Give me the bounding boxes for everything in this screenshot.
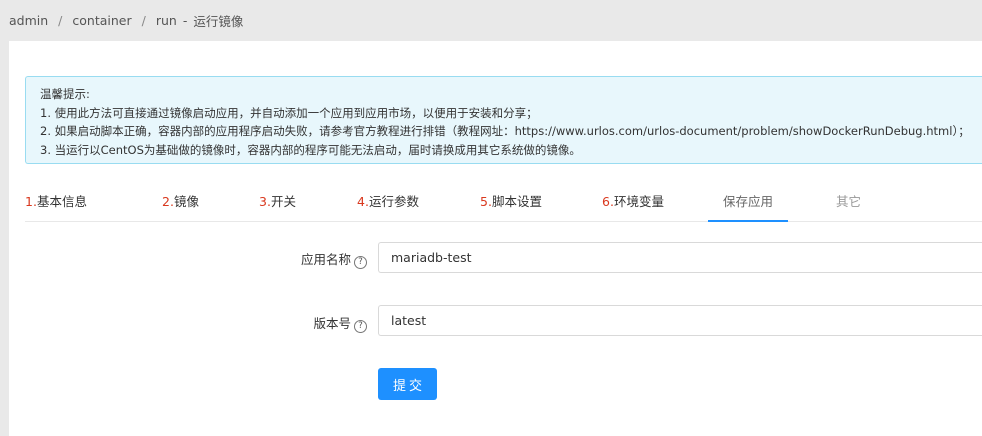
notice-line-2: 2. 如果启动脚本正确，容器内部的应用程序启动失败，请参考官方教程进行排错（教程… xyxy=(40,124,970,138)
breadcrumb-separator: / xyxy=(58,12,63,28)
tab-label: 其它 xyxy=(836,194,862,209)
tab-label: 保存应用 xyxy=(722,194,773,209)
tab-save-app[interactable]: 保存应用 xyxy=(708,182,788,222)
tab-switch[interactable]: 3.开关 xyxy=(259,182,296,222)
tab-number: 6. xyxy=(602,194,614,209)
tab-label: 环境变量 xyxy=(613,194,664,209)
notice-box: 温馨提示: 1. 使用此方法可直接通过镜像启动应用，并自动添加一个应用到应用市场… xyxy=(25,76,982,164)
breadcrumb-item-run: run xyxy=(155,12,177,28)
tab-label: 镜像 xyxy=(173,194,199,209)
app-name-label-text: 应用名称 xyxy=(300,252,351,267)
notice-line-1: 1. 使用此方法可直接通过镜像启动应用，并自动添加一个应用到应用市场，以便用于安… xyxy=(40,105,538,120)
tab-env-vars[interactable]: 6.环境变量 xyxy=(602,182,664,222)
tab-other[interactable]: 其它 xyxy=(836,182,861,222)
breadcrumb-item-admin[interactable]: admin xyxy=(9,13,48,28)
tab-run-params[interactable]: 4.运行参数 xyxy=(357,182,419,222)
page-title: 运行镜像 xyxy=(193,13,244,29)
app-name-input[interactable] xyxy=(378,242,982,273)
tab-label: 开关 xyxy=(270,194,296,209)
version-input[interactable] xyxy=(378,305,982,336)
notice-title: 温馨提示: xyxy=(40,87,90,101)
submit-button[interactable]: 提交 xyxy=(378,368,437,400)
tab-number: 3. xyxy=(259,194,271,209)
tab-number: 2. xyxy=(162,194,174,209)
version-label-text: 版本号 xyxy=(313,316,351,331)
tab-basic-info[interactable]: 1.基本信息 xyxy=(25,182,87,222)
tab-number: 5. xyxy=(480,194,492,209)
step-tabs: 1.基本信息 2.镜像 3.开关 4.运行参数 5.脚本设置 6.环境变量 保存… xyxy=(25,182,982,222)
tab-label: 脚本设置 xyxy=(491,194,542,209)
tab-image[interactable]: 2.镜像 xyxy=(162,182,199,222)
tab-label: 基本信息 xyxy=(36,194,87,209)
tab-script-settings[interactable]: 5.脚本设置 xyxy=(480,182,542,222)
main-card: 温馨提示: 1. 使用此方法可直接通过镜像启动应用，并自动添加一个应用到应用市场… xyxy=(9,41,982,436)
version-label: 版本号? xyxy=(209,313,367,333)
help-icon[interactable]: ? xyxy=(354,320,367,333)
breadcrumb-item-container[interactable]: container xyxy=(72,13,131,28)
notice-line-3: 3. 当运行以CentOS为基础做的镜像时，容器内部的程序可能无法启动，届时请换… xyxy=(40,142,581,157)
tab-label: 运行参数 xyxy=(368,194,419,209)
help-icon[interactable]: ? xyxy=(354,256,367,269)
tab-number: 4. xyxy=(357,194,369,209)
tab-number: 1. xyxy=(25,194,37,209)
breadcrumb-dash: - xyxy=(182,12,188,28)
app-name-label: 应用名称? xyxy=(209,249,367,269)
breadcrumb-separator: / xyxy=(141,12,146,28)
breadcrumb: admin / container / run - 运行镜像 xyxy=(9,0,243,40)
